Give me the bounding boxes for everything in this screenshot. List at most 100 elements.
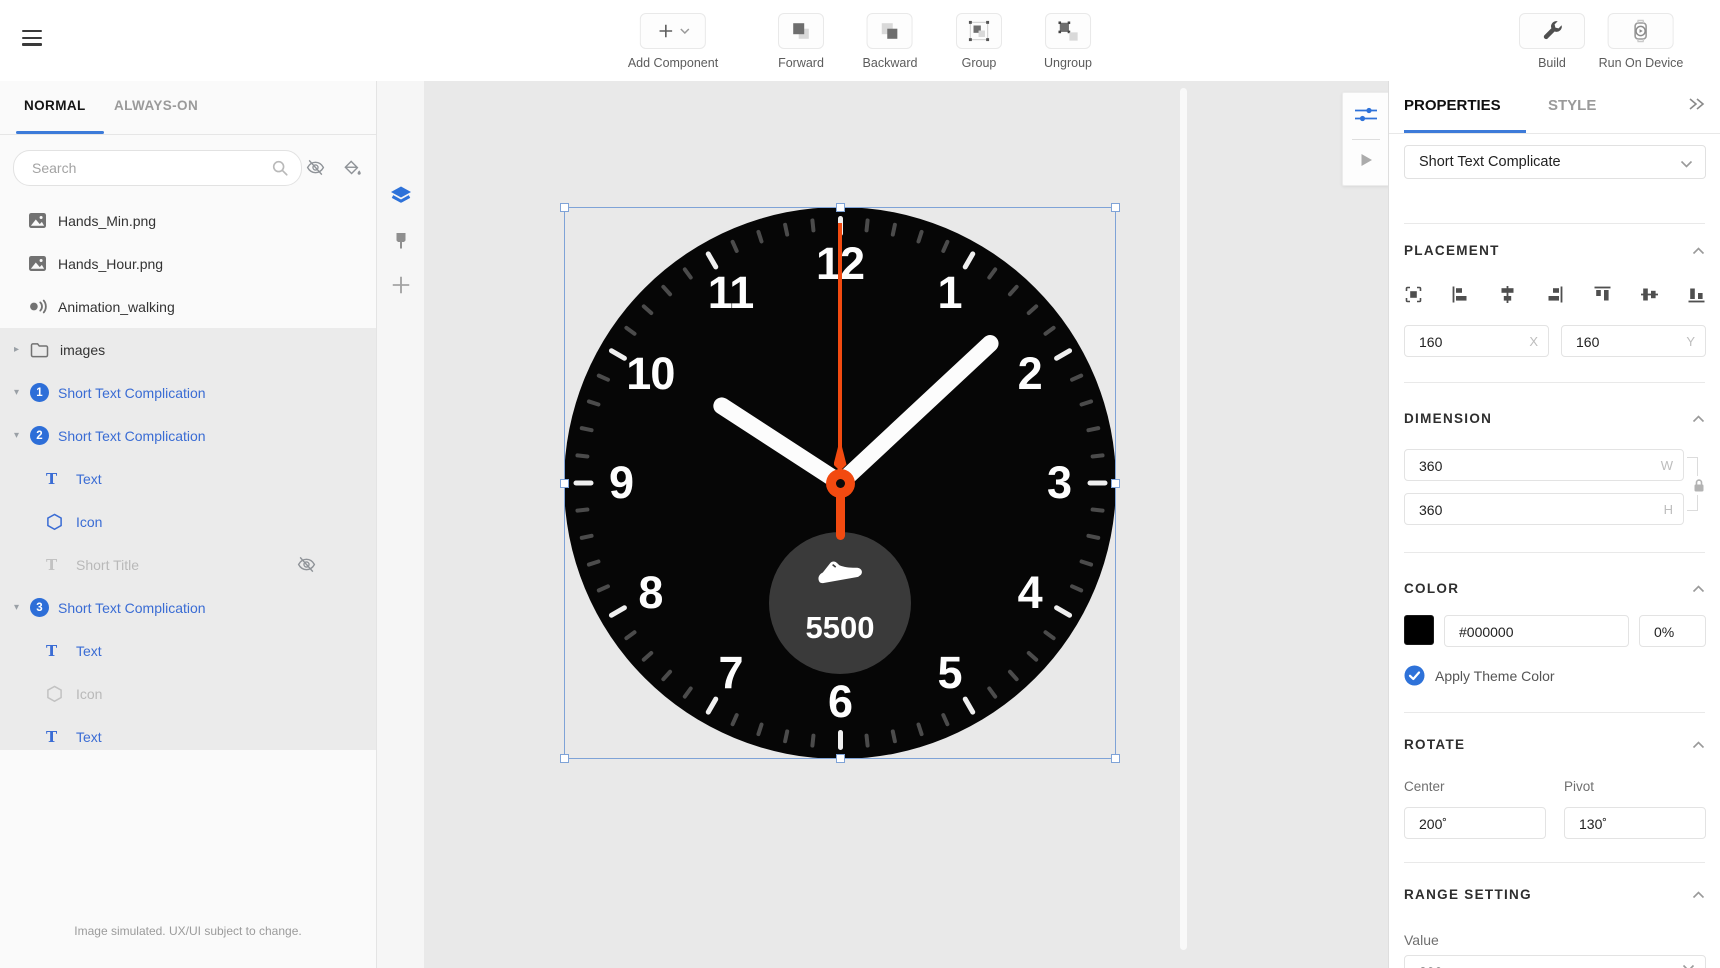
selection-handle[interactable]	[836, 203, 845, 212]
image-icon	[28, 255, 50, 272]
rotate-title: ROTATE	[1404, 737, 1465, 752]
collapse-color-icon[interactable]	[1692, 585, 1705, 593]
group-button[interactable]	[956, 13, 1002, 49]
expander-icon[interactable]: ▸	[14, 344, 30, 355]
apply-theme-color[interactable]: Apply Theme Color	[1404, 665, 1555, 686]
add-component-button[interactable]	[640, 13, 706, 49]
properties-tabs: PROPERTIES STYLE	[1389, 81, 1720, 134]
layer-row[interactable]: Icon	[0, 500, 376, 543]
add-icon[interactable]	[377, 274, 424, 296]
stepper-icon[interactable]	[1682, 964, 1695, 968]
collapse-rotate-icon[interactable]	[1692, 741, 1705, 749]
tab-style[interactable]: STYLE	[1548, 97, 1596, 114]
range-setting-title: RANGE SETTING	[1404, 887, 1532, 902]
align-horizontal-center-icon[interactable]	[1498, 285, 1517, 304]
hide-all-eye-off-icon[interactable]	[306, 159, 325, 176]
forward-button[interactable]	[778, 13, 824, 49]
opacity-input[interactable]	[1652, 616, 1702, 647]
adjust-sliders-icon[interactable]	[1353, 104, 1379, 126]
backward-label: Backward	[863, 56, 918, 70]
collapse-panel-icon[interactable]	[1686, 95, 1708, 113]
expander-icon[interactable]: ▾	[14, 602, 30, 613]
tab-always-on[interactable]: ALWAYS-ON	[114, 98, 198, 113]
layer-row[interactable]: ▾1Short Text Complication	[0, 371, 376, 414]
layer-row[interactable]: TShort Title	[0, 543, 376, 586]
backward-button[interactable]	[867, 13, 913, 49]
canvas-mini-toolbox	[1342, 92, 1390, 186]
rotate-pivot-input[interactable]	[1577, 808, 1679, 839]
selection-handle[interactable]	[836, 754, 845, 763]
layer-label: Short Title	[76, 557, 139, 573]
layer-row[interactable]: ▸images	[0, 328, 376, 371]
collapse-range-icon[interactable]	[1692, 891, 1705, 899]
layer-row[interactable]: TText	[0, 457, 376, 500]
chevron-down-icon	[1680, 160, 1693, 168]
x-input[interactable]	[1417, 326, 1521, 357]
color-swatch[interactable]	[1404, 615, 1434, 645]
component-type-dropdown[interactable]: Short Text Complicate	[1404, 145, 1706, 179]
play-icon[interactable]	[1357, 151, 1375, 169]
expander-icon[interactable]: ▾	[14, 430, 30, 441]
collapse-dimension-icon[interactable]	[1692, 415, 1705, 423]
align-vertical-center-icon[interactable]	[1640, 285, 1659, 304]
hex-input[interactable]	[1457, 616, 1589, 647]
layer-row[interactable]: TText	[0, 715, 376, 758]
selection-handle[interactable]	[1111, 479, 1120, 488]
range-value-input[interactable]	[1417, 956, 1631, 968]
tab-normal[interactable]: NORMAL	[24, 98, 86, 113]
hex-field	[1444, 615, 1629, 647]
align-left-icon[interactable]	[1451, 285, 1470, 304]
align-top-icon[interactable]	[1593, 285, 1612, 304]
run-on-device-button[interactable]	[1608, 13, 1674, 49]
paint-bucket-icon[interactable]	[342, 159, 362, 178]
range-value-label: Value	[1404, 932, 1439, 948]
ungroup: Ungroup	[1044, 13, 1092, 70]
selection-handle[interactable]	[560, 754, 569, 763]
tab-properties[interactable]: PROPERTIES	[1404, 97, 1501, 114]
layers-icon[interactable]	[377, 185, 424, 207]
ungroup-button[interactable]	[1045, 13, 1091, 49]
active-tab-underline	[16, 131, 104, 134]
rotate-pivot-label: Pivot	[1564, 779, 1594, 794]
width-input[interactable]	[1417, 450, 1616, 481]
layer-row[interactable]: Hands_Min.png	[0, 199, 376, 242]
opacity-field	[1639, 615, 1706, 647]
text-icon: T	[46, 642, 68, 660]
align-right-icon[interactable]	[1545, 285, 1564, 304]
selection-handle[interactable]	[560, 203, 569, 212]
layer-label: Short Text Complication	[58, 428, 206, 444]
lock-ratio-icon[interactable]	[1692, 476, 1706, 495]
layer-row[interactable]: Animation_walking	[0, 285, 376, 328]
menu-icon[interactable]	[22, 30, 46, 50]
build-button[interactable]	[1519, 13, 1585, 49]
image-icon	[28, 212, 50, 229]
watch-face[interactable]: 121234567891011 5500	[564, 207, 1116, 759]
layer-row[interactable]: Hands_Hour.png	[0, 242, 376, 285]
group: Group	[956, 13, 1002, 70]
align-frame-center-icon[interactable]	[1404, 285, 1423, 304]
selection-handle[interactable]	[1111, 203, 1120, 212]
forward-label: Forward	[778, 56, 824, 70]
pin-icon[interactable]	[377, 231, 424, 251]
layer-row[interactable]: ▾2Short Text Complication	[0, 414, 376, 457]
selection-handle[interactable]	[560, 479, 569, 488]
selection-box[interactable]	[564, 207, 1116, 759]
selection-handle[interactable]	[1111, 754, 1120, 763]
animation-icon	[28, 298, 50, 315]
layer-row[interactable]: ▾3Short Text Complication	[0, 586, 376, 629]
y-input[interactable]	[1574, 326, 1678, 357]
component-type-value: Short Text Complicate	[1419, 154, 1561, 170]
search-input[interactable]	[30, 151, 264, 185]
expander-icon[interactable]: ▾	[14, 387, 30, 398]
layer-row[interactable]: Icon	[0, 672, 376, 715]
layer-row[interactable]: TText	[0, 629, 376, 672]
canvas-scrollbar[interactable]	[1180, 88, 1187, 950]
top-toolbar: Add Component Forward Backward Group Ung…	[0, 0, 1720, 82]
height-input[interactable]	[1417, 494, 1616, 525]
rotate-center-input[interactable]	[1417, 808, 1519, 839]
align-bottom-icon[interactable]	[1687, 285, 1706, 304]
layer-label: Short Text Complication	[58, 385, 206, 401]
chevron-down-icon[interactable]	[680, 28, 690, 34]
collapse-placement-icon[interactable]	[1692, 247, 1705, 255]
eye-off-icon[interactable]	[297, 556, 316, 573]
